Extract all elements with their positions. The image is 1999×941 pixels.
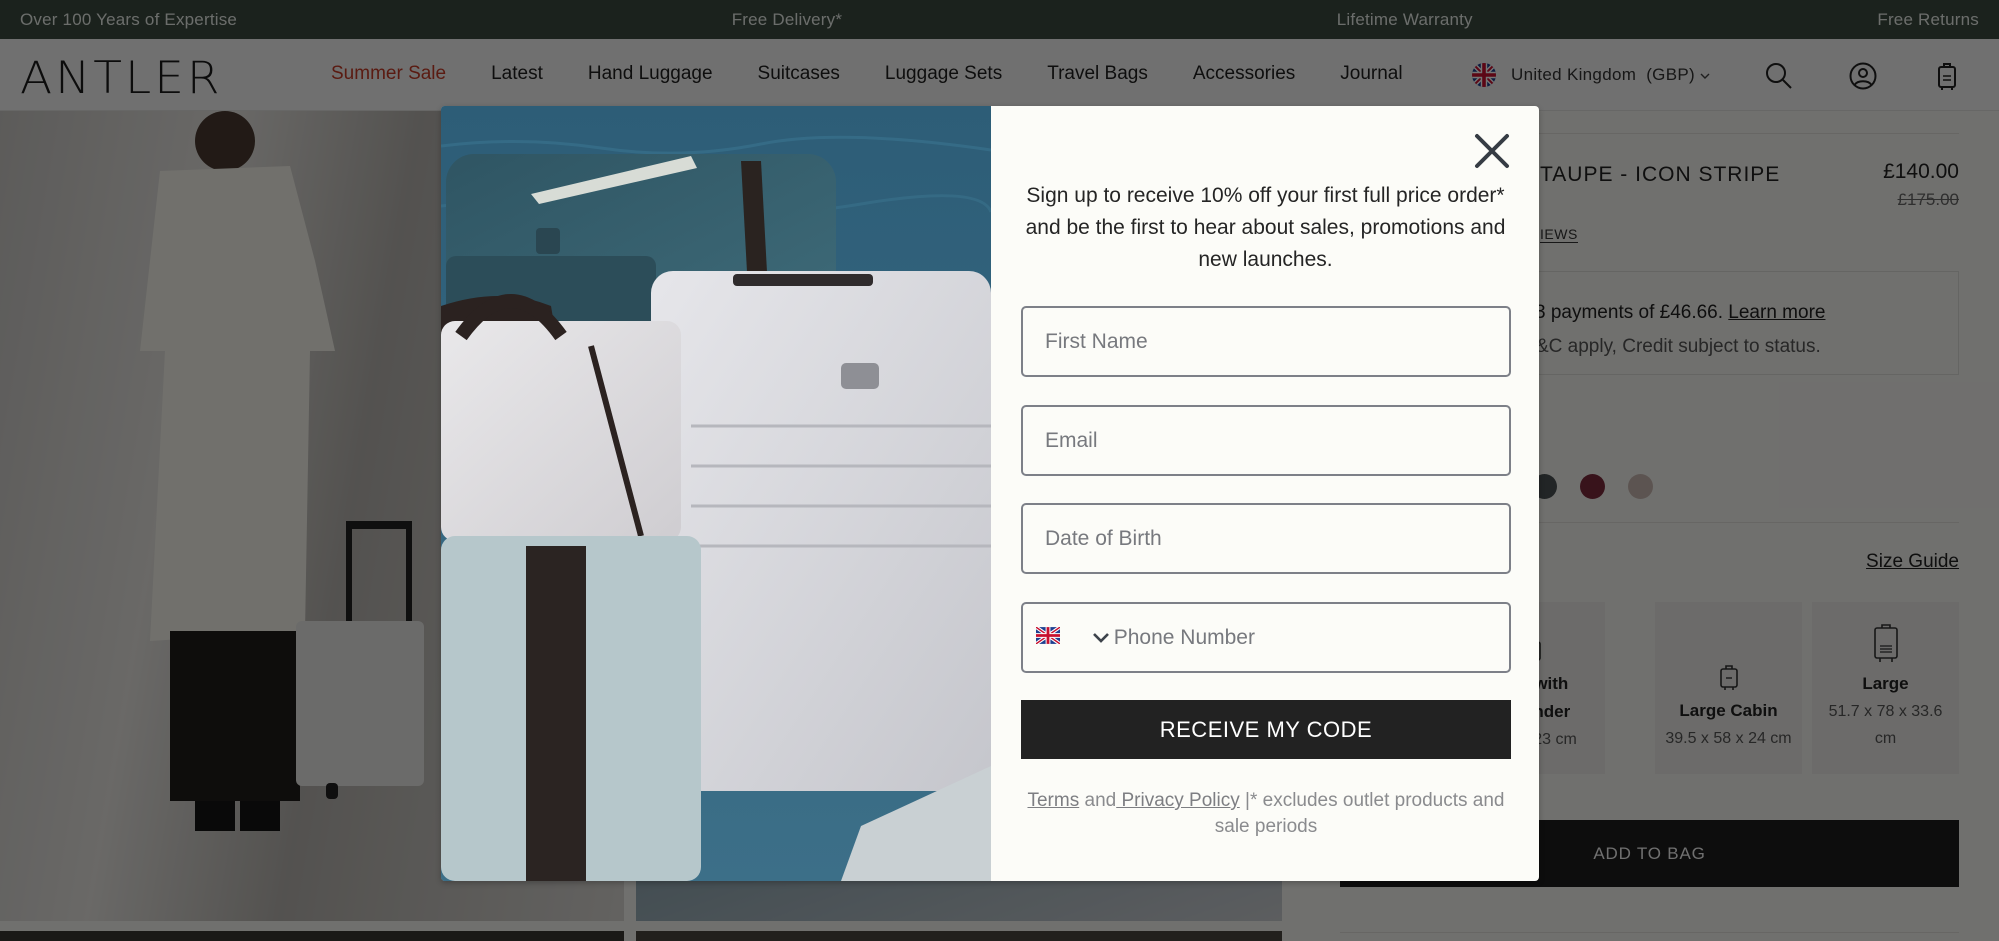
receive-my-code-button[interactable]: RECEIVE MY CODE bbox=[1021, 700, 1511, 759]
date-of-birth-field[interactable] bbox=[1021, 503, 1511, 574]
close-icon[interactable] bbox=[1471, 130, 1513, 172]
first-name-field[interactable] bbox=[1021, 306, 1511, 377]
email-field[interactable] bbox=[1021, 405, 1511, 476]
phone-field[interactable] bbox=[1021, 602, 1511, 673]
first-name-input[interactable] bbox=[1045, 308, 1509, 375]
signup-intro-text: Sign up to receive 10% off your first fu… bbox=[1025, 184, 1506, 271]
chevron-down-icon bbox=[1092, 626, 1110, 650]
signup-form: Sign up to receive 10% off your first fu… bbox=[991, 106, 1539, 881]
legal-text: Terms and Privacy Policy |* excludes out… bbox=[1027, 790, 1505, 837]
signup-modal: Sign up to receive 10% off your first fu… bbox=[441, 106, 1539, 881]
modal-luggage-image bbox=[441, 106, 991, 881]
country-code-dropdown[interactable] bbox=[1034, 604, 1114, 671]
email-input[interactable] bbox=[1045, 407, 1509, 474]
uk-flag-icon bbox=[1034, 625, 1062, 650]
terms-link[interactable]: Terms bbox=[1027, 790, 1079, 811]
date-of-birth-input[interactable] bbox=[1045, 505, 1509, 572]
luggage-on-boat-illustration bbox=[441, 106, 991, 881]
privacy-policy-link[interactable]: Privacy Policy bbox=[1116, 790, 1239, 811]
phone-number-input[interactable] bbox=[1113, 604, 1509, 671]
